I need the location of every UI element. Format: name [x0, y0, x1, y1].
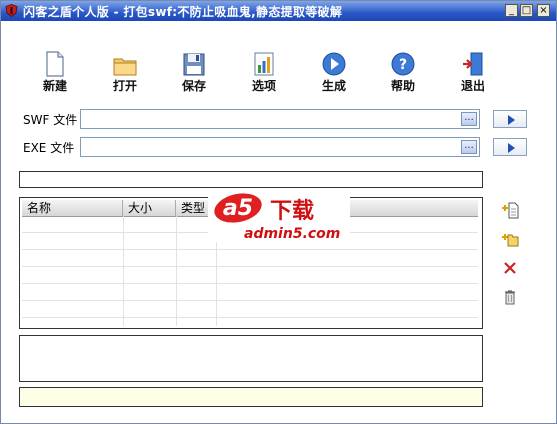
floppy-save-icon: [183, 53, 205, 76]
toolbar-save-button[interactable]: 保存: [169, 43, 219, 95]
toolbar-open-button[interactable]: 打开: [100, 43, 150, 95]
play-arrow-icon: [508, 115, 515, 125]
toolbar-exit-label: 退出: [460, 79, 485, 93]
close-button[interactable]: ×: [537, 4, 550, 17]
help-icon: ?: [391, 52, 415, 76]
watermark-brand: a5: [223, 196, 253, 221]
status-bar: [19, 387, 483, 407]
exit-door-icon: [463, 52, 483, 76]
add-file-icon[interactable]: [501, 201, 519, 219]
log-output-box[interactable]: [19, 335, 483, 382]
exe-browse-button[interactable]: ...: [461, 140, 477, 154]
title-bar[interactable]: 闪客之盾个人版 - 打包swf:不防止吸血鬼,静态提取等破解 _ □ ×: [1, 1, 556, 21]
a5-logo-icon: a5 下载 admin5.com: [214, 193, 340, 242]
info-line-box: [19, 171, 483, 188]
window-title: 闪客之盾个人版 - 打包swf:不防止吸血鬼,静态提取等破解: [23, 5, 343, 19]
watermark-logo: a5 下载 admin5.com: [208, 188, 350, 242]
toolbar-help-label: 帮助: [390, 79, 415, 93]
swf-go-button[interactable]: [493, 110, 527, 128]
trash-icon[interactable]: [501, 288, 519, 306]
swf-file-label: SWF 文件: [23, 113, 78, 127]
options-chart-icon: [254, 52, 274, 76]
app-window: 闪客之盾个人版 - 打包swf:不防止吸血鬼,静态提取等破解 _ □ × 新建 …: [0, 0, 557, 424]
delete-icon[interactable]: [501, 259, 519, 277]
toolbar-open-label: 打开: [112, 79, 137, 93]
toolbar-generate-label: 生成: [321, 79, 346, 93]
swf-file-input[interactable]: ...: [80, 109, 480, 129]
grid-row-line: [22, 300, 478, 301]
toolbar-generate-button[interactable]: 生成: [309, 43, 359, 95]
column-header-size[interactable]: 大小: [123, 200, 176, 216]
watermark-brand-cn: 下载: [270, 198, 314, 224]
grid-col-line: [176, 216, 177, 326]
toolbar-new-label: 新建: [42, 79, 67, 93]
toolbar-new-button[interactable]: 新建: [30, 43, 80, 95]
app-shield-icon: [5, 4, 18, 17]
maximize-button[interactable]: □: [520, 4, 533, 17]
grid-row-line: [22, 317, 478, 318]
grid-col-line: [123, 216, 124, 326]
column-header-name[interactable]: 名称: [22, 200, 123, 216]
new-file-icon: [46, 51, 64, 77]
svg-text:?: ?: [399, 57, 407, 73]
toolbar-help-button[interactable]: ? 帮助: [378, 43, 428, 95]
exe-file-input[interactable]: ...: [80, 137, 480, 157]
swf-browse-button[interactable]: ...: [461, 112, 477, 126]
play-generate-icon: [322, 52, 346, 76]
toolbar-options-button[interactable]: 选项: [239, 43, 289, 95]
grid-row-line: [22, 283, 478, 284]
grid-row-line: [22, 249, 478, 250]
toolbar-save-label: 保存: [181, 79, 206, 93]
grid-row-line: [22, 266, 478, 267]
exe-file-label: EXE 文件: [23, 141, 75, 155]
folder-open-icon: [113, 58, 137, 76]
watermark-url: admin5.com: [244, 226, 340, 242]
exe-go-button[interactable]: [493, 138, 527, 156]
minimize-button[interactable]: _: [505, 4, 518, 17]
toolbar-options-label: 选项: [251, 79, 276, 93]
toolbar-exit-button[interactable]: 退出: [448, 43, 498, 95]
add-folder-icon[interactable]: [501, 230, 519, 248]
play-arrow-icon: [508, 143, 515, 153]
